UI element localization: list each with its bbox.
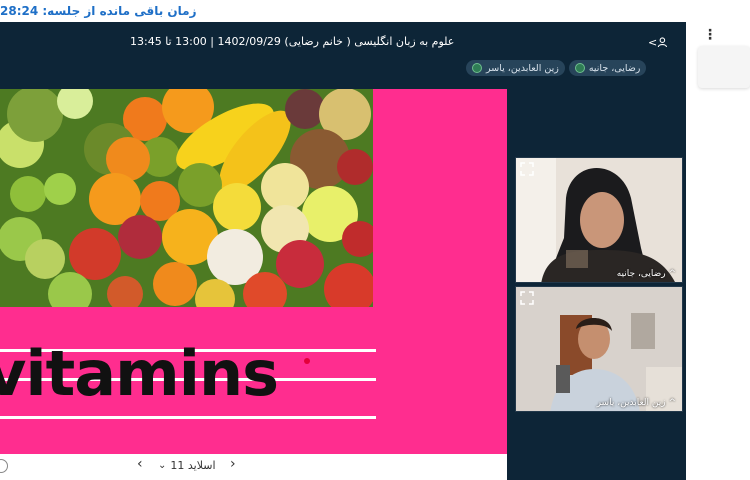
session-title: علوم به زبان انگلیسی ( خانم رضایی) 1402/… bbox=[130, 35, 455, 48]
participant-chip[interactable]: زین العابدین، یاسر bbox=[466, 60, 565, 76]
session-header: علوم به زبان انگلیسی ( خانم رضایی) 1402/… bbox=[0, 22, 686, 62]
user-icon bbox=[658, 37, 668, 48]
video-panel: ^ رضایی، جانیه ^ زین العابدین، یاسر bbox=[507, 89, 686, 480]
status-dot-icon bbox=[472, 63, 482, 73]
participant-chip-label: زین العابدین، یاسر bbox=[486, 62, 559, 74]
sidebar-card bbox=[698, 46, 750, 88]
slide-navigation: ‹ ⌄ اسلاید 11 › bbox=[0, 454, 507, 480]
participants-button[interactable]: < bbox=[648, 33, 668, 51]
video-tile[interactable]: ^ زین العابدین، یاسر bbox=[515, 286, 683, 412]
slide-label: اسلاید 11 bbox=[170, 459, 216, 472]
video-tile[interactable]: ^ رضایی، جانیه bbox=[515, 157, 683, 283]
participant-chips: زین العابدین، یاسر رضایی، جانیه bbox=[466, 60, 647, 76]
presentation-slide: vitamins bbox=[0, 89, 507, 454]
fruit-image bbox=[0, 89, 373, 307]
slide-heading: vitamins bbox=[0, 337, 279, 410]
video-participant-name: ^ رضایی، جانیه bbox=[616, 269, 676, 279]
prev-slide-button[interactable]: ‹ bbox=[137, 456, 143, 472]
status-dot-icon bbox=[574, 63, 585, 73]
classroom-main: علوم به زبان انگلیسی ( خانم رضایی) 1402/… bbox=[0, 22, 686, 480]
slide-selector[interactable]: ⌄ اسلاید 11 bbox=[158, 459, 216, 472]
video-feed-image bbox=[516, 158, 682, 282]
video-participant-name: ^ زین العابدین، یاسر bbox=[596, 398, 676, 408]
expand-icon[interactable] bbox=[520, 162, 534, 176]
session-timer-bar: زمان باقی مانده از جلسه: 28:24 bbox=[0, 0, 750, 22]
red-dot bbox=[304, 358, 310, 364]
slide-rule-bottom bbox=[0, 416, 376, 419]
chevron-down-icon: ⌄ bbox=[158, 460, 167, 471]
video-feed-image bbox=[516, 287, 682, 411]
next-slide-button[interactable]: › bbox=[230, 456, 236, 472]
participant-chip[interactable]: رضایی، جانیه bbox=[568, 60, 647, 76]
session-timer-text: زمان باقی مانده از جلسه: 28:24 bbox=[0, 4, 197, 18]
more-options-icon[interactable]: ⋮ bbox=[703, 27, 717, 43]
chevron-left-icon: < bbox=[648, 35, 658, 49]
fruit-illustration bbox=[0, 89, 373, 307]
zoom-out-icon[interactable] bbox=[0, 459, 8, 473]
right-sidebar bbox=[686, 22, 750, 480]
expand-icon[interactable] bbox=[520, 291, 534, 305]
participant-chip-label: رضایی، جانیه bbox=[588, 62, 641, 74]
